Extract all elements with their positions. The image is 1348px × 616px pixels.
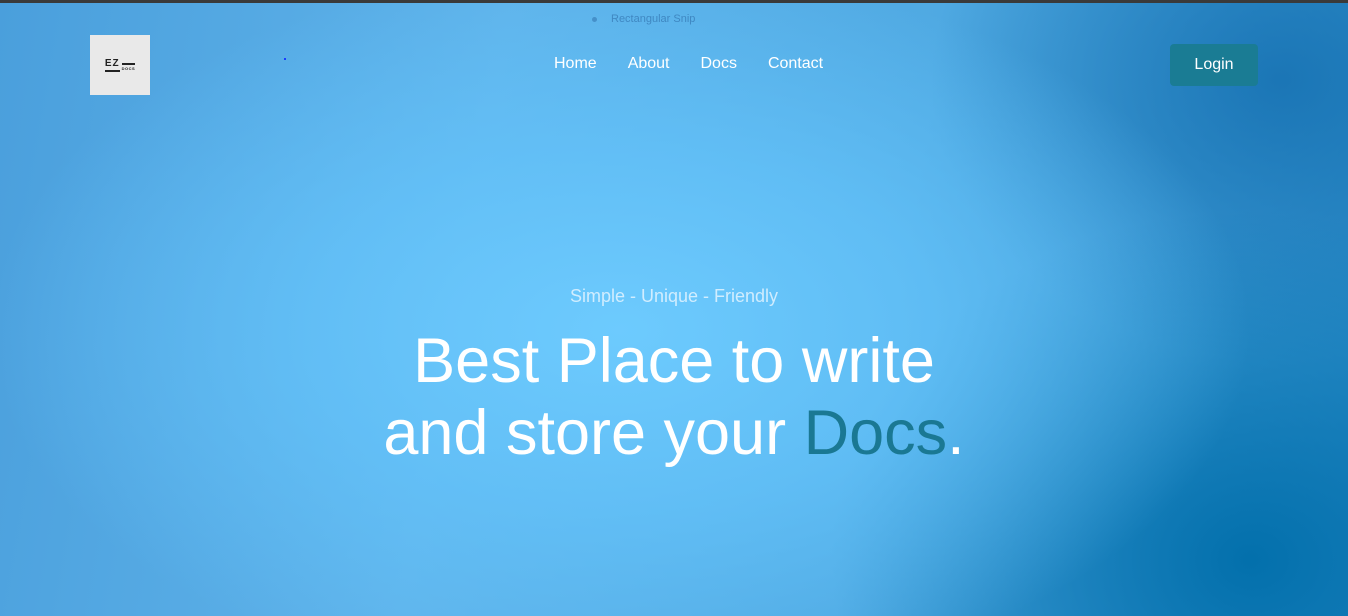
logo-text-sub: DOCS <box>121 62 136 71</box>
stray-dot <box>284 58 286 60</box>
nav-item-home[interactable]: Home <box>554 55 597 73</box>
nav-item-docs[interactable]: Docs <box>701 55 737 73</box>
snip-label: Rectangular Snip <box>611 13 696 25</box>
logo[interactable]: EZ DOCS <box>90 35 150 95</box>
logo-text-main: EZ <box>104 58 120 72</box>
nav-item-contact[interactable]: Contact <box>768 55 823 73</box>
logo-mark: EZ DOCS <box>104 58 136 72</box>
nav-item-about[interactable]: About <box>628 55 670 73</box>
hero-tagline: Simple - Unique - Friendly <box>569 286 779 306</box>
snip-dot-icon <box>592 16 597 22</box>
headline-line-2-prefix: and store your <box>383 398 804 468</box>
snip-tool-overlay: Rectangular Snip <box>592 13 695 25</box>
headline-accent-docs: Docs <box>803 398 948 468</box>
headline-suffix: . <box>947 398 965 468</box>
headline-line-1: Best Place to write <box>413 326 935 396</box>
window-top-border <box>0 0 1348 3</box>
login-button[interactable]: Login <box>1170 44 1258 86</box>
hero-headline: Best Place to write and store your Docs. <box>0 325 1348 469</box>
main-nav: Home About Docs Contact <box>554 55 854 73</box>
